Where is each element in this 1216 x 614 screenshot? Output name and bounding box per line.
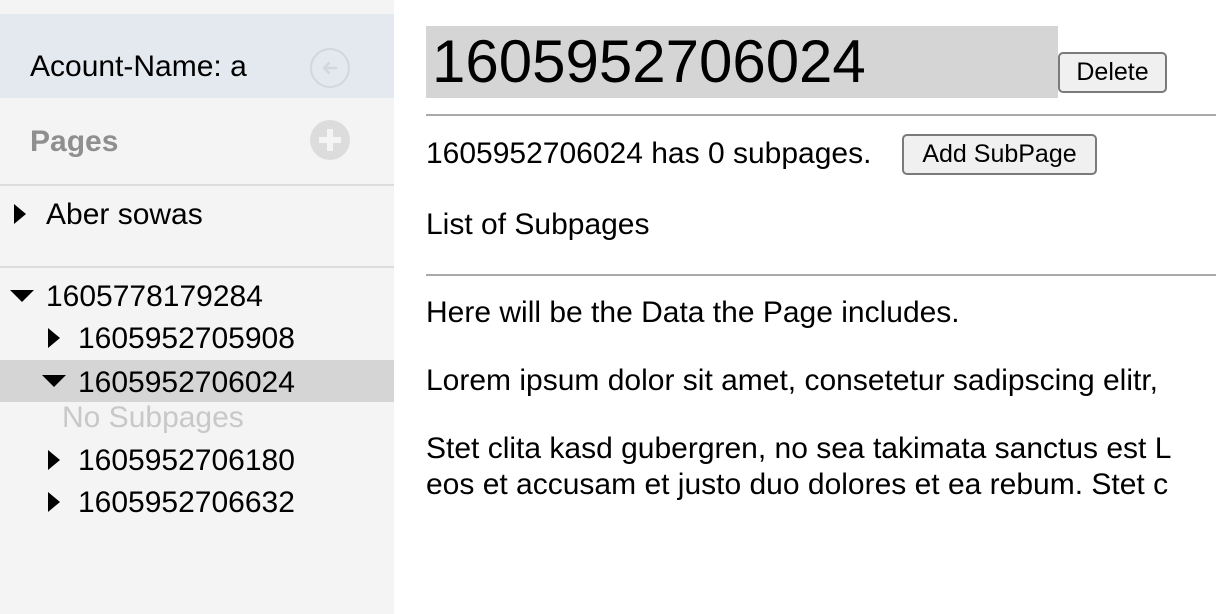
tree-item-label: 1605952706024 [78,366,295,399]
sidebar: Acount-Name: a Pages Aber sowas 16057781… [0,0,394,614]
lorem-paragraph-2-line-2: eos et accusam et justo duo dolores et e… [426,468,1169,501]
caret-right-icon[interactable] [48,492,60,512]
divider [0,266,394,268]
subpage-count-text: 1605952706024 has 0 subpages. [426,137,872,170]
tree-item-aber-sowas[interactable]: Aber sowas [0,192,394,234]
add-page-icon[interactable] [310,120,350,160]
caret-right-icon[interactable] [48,450,60,470]
caret-right-icon[interactable] [48,328,60,348]
lorem-paragraph-1: Lorem ipsum dolor sit amet, consetetur s… [426,364,1158,397]
divider [426,114,1216,116]
tree-item-label: Aber sowas [46,198,203,231]
caret-down-icon[interactable] [42,375,66,387]
page-title: 1605952706024 [432,28,866,95]
caret-right-icon[interactable] [14,204,26,224]
add-subpage-button[interactable]: Add SubPage [902,134,1097,175]
subpages-list-heading: List of Subpages [426,208,650,241]
tree-item-label: 1605778179284 [46,280,263,313]
no-subpages-label: No Subpages [62,401,244,434]
lorem-paragraph-2-line-1: Stet clita kasd gubergren, no sea takima… [426,432,1172,465]
tree-item-label: 1605952706632 [78,486,295,519]
page-data-note: Here will be the Data the Page includes. [426,296,960,329]
caret-down-icon[interactable] [10,290,34,302]
pages-heading: Pages [30,125,119,158]
tree-item-1605952706180[interactable]: 1605952706180 [0,438,394,480]
tree-item-1605952706632[interactable]: 1605952706632 [0,480,394,522]
tree-item-label: 1605952706180 [78,444,295,477]
tree-item-1605952705908[interactable]: 1605952705908 [0,316,394,358]
tree-item-1605778179284[interactable]: 1605778179284 [0,274,394,316]
tree-item-label: 1605952705908 [78,322,295,355]
account-name-label: Acount-Name: a [30,50,247,83]
divider [0,184,394,186]
account-panel: Acount-Name: a [0,14,394,98]
divider [426,274,1216,276]
delete-button[interactable]: Delete [1058,52,1167,93]
tree-item-1605952706024[interactable]: 1605952706024 [0,360,394,402]
page-title-box: 1605952706024 [426,26,1058,98]
logout-icon[interactable] [310,48,350,88]
